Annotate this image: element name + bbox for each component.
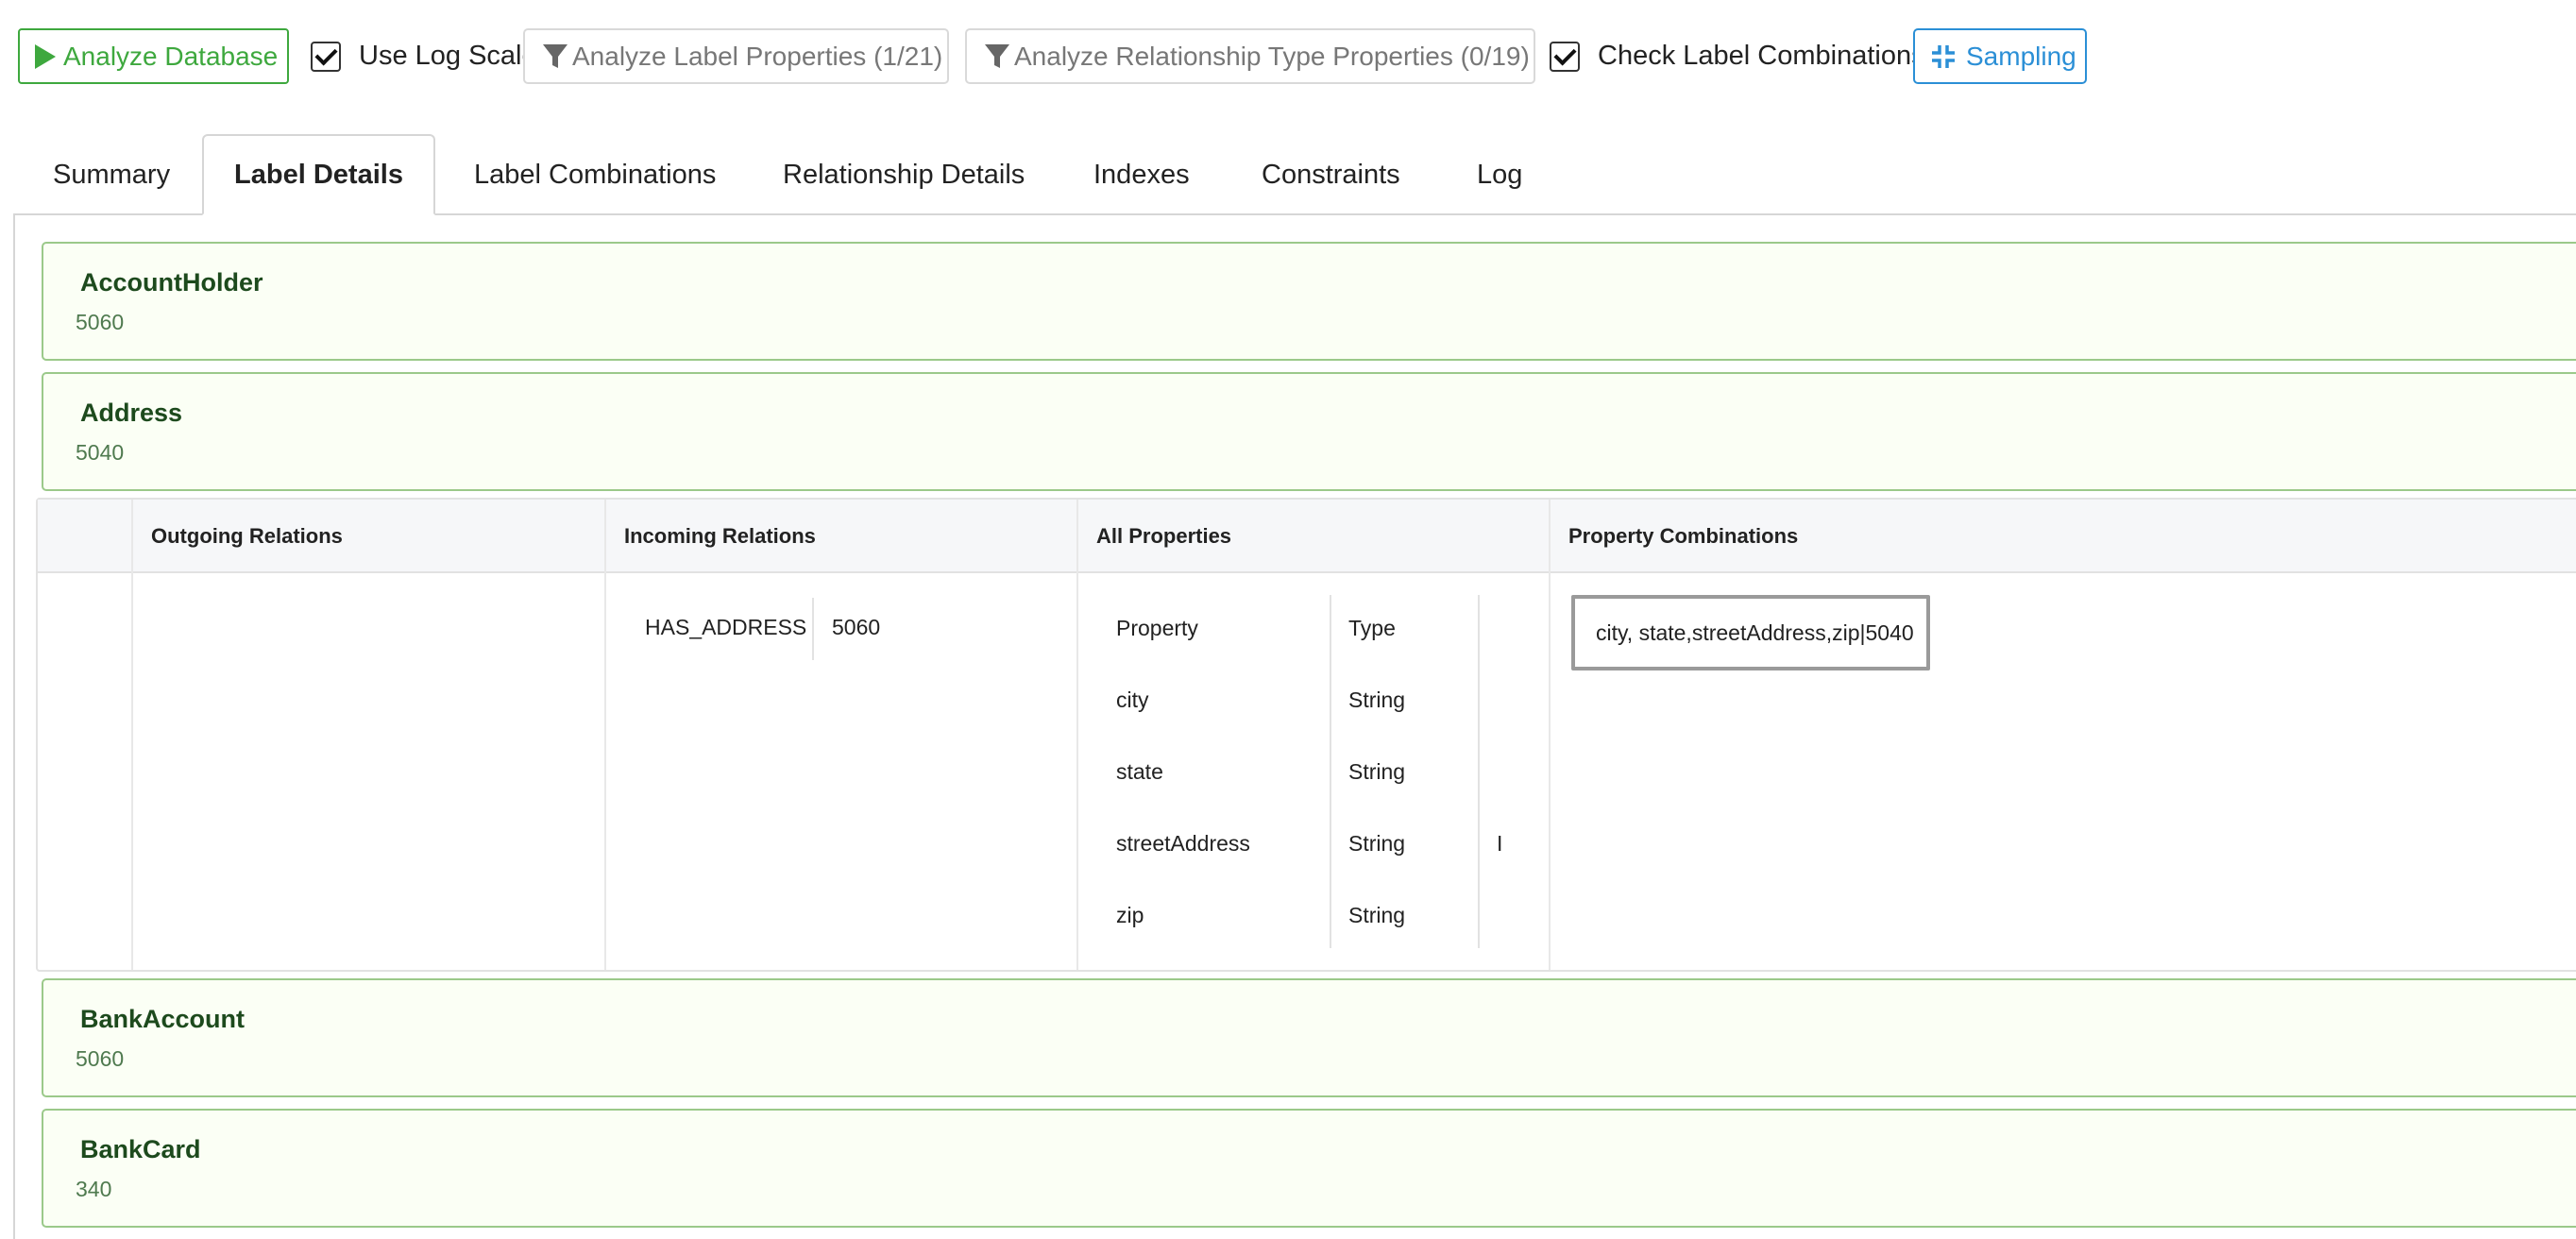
log-scale-label: Use Log Scale [359,41,537,71]
label-panel-address[interactable]: Address 5040 [42,372,2576,491]
filter-icon [985,43,1009,68]
property-type: String [1348,831,1406,856]
play-icon [35,43,56,69]
tab-relationship-details[interactable]: Relationship Details [783,134,1025,215]
compress-icon [1932,44,1955,68]
type-column-header: Type [1348,616,1396,640]
column-divider [131,500,133,970]
tab-label-combinations[interactable]: Label Combinations [474,134,716,215]
label-panel-accountholder[interactable]: AccountHolder 5060 [42,242,2576,361]
analyze-relationship-properties-label: Analyze Relationship Type Properties (0/… [1014,41,1530,71]
cell-divider [1478,595,1480,948]
label-name: BankCard [80,1135,201,1163]
analyze-database-button[interactable]: Analyze Database [18,28,289,84]
analyze-label-properties-button[interactable]: Analyze Label Properties (1/21) [523,28,949,84]
log-scale-checkbox[interactable] [311,42,341,72]
label-count: 5060 [76,310,125,334]
property-combinations-header: Property Combinations [1568,524,1799,548]
sampling-label: Sampling [1966,41,2076,71]
property-column-header: Property [1116,616,1198,640]
property-combination-text: city, state,streetAddress,zip|5040 [1596,620,1914,645]
checkmark-icon [1552,42,1577,66]
tab-summary[interactable]: Summary [53,134,170,215]
check-label-combinations-label: Check Label Combinations [1598,41,1925,71]
label-count: 5060 [76,1046,125,1071]
tab-constraints[interactable]: Constraints [1262,134,1400,215]
cell-divider [1330,595,1331,948]
tab-log[interactable]: Log [1477,134,1522,215]
property-flag: I [1497,831,1503,856]
label-count: 5040 [76,440,125,465]
detail-table-header [38,500,2576,573]
check-label-combinations-checkbox[interactable] [1550,42,1580,72]
property-name: streetAddress [1116,831,1250,856]
sampling-button[interactable]: Sampling [1913,28,2087,84]
checkmark-icon [314,42,338,66]
property-combination-box[interactable]: city, state,streetAddress,zip|5040 [1571,595,1930,670]
column-divider [1549,500,1551,970]
cell-divider [812,598,814,660]
incoming-relations-header: Incoming Relations [624,524,816,548]
property-name: zip [1116,903,1144,927]
all-properties-header: All Properties [1096,524,1232,548]
column-divider [1076,500,1078,970]
tab-indexes[interactable]: Indexes [1093,134,1190,215]
content-border [13,214,15,1239]
tab-label-details[interactable]: Label Details [202,134,435,215]
property-name: state [1116,759,1163,784]
label-panel-bankcard[interactable]: BankCard 340 [42,1109,2576,1228]
label-name: AccountHolder [80,268,263,297]
analyze-relationship-properties-button[interactable]: Analyze Relationship Type Properties (0/… [965,28,1535,84]
label-name: BankAccount [80,1005,246,1033]
column-divider [604,500,606,970]
outgoing-relations-header: Outgoing Relations [151,524,343,548]
property-type: String [1348,687,1406,712]
label-count: 340 [76,1177,112,1201]
label-name: Address [80,399,183,427]
incoming-relation-type: HAS_ADDRESS [645,615,807,639]
analyze-label-properties-label: Analyze Label Properties (1/21) [572,41,943,71]
property-type: String [1348,759,1406,784]
property-type: String [1348,903,1406,927]
filter-icon [543,43,568,68]
property-name: city [1116,687,1149,712]
incoming-relation-count: 5060 [832,615,881,639]
label-panel-bankaccount[interactable]: BankAccount 5060 [42,978,2576,1097]
analyze-database-label: Analyze Database [63,41,279,71]
